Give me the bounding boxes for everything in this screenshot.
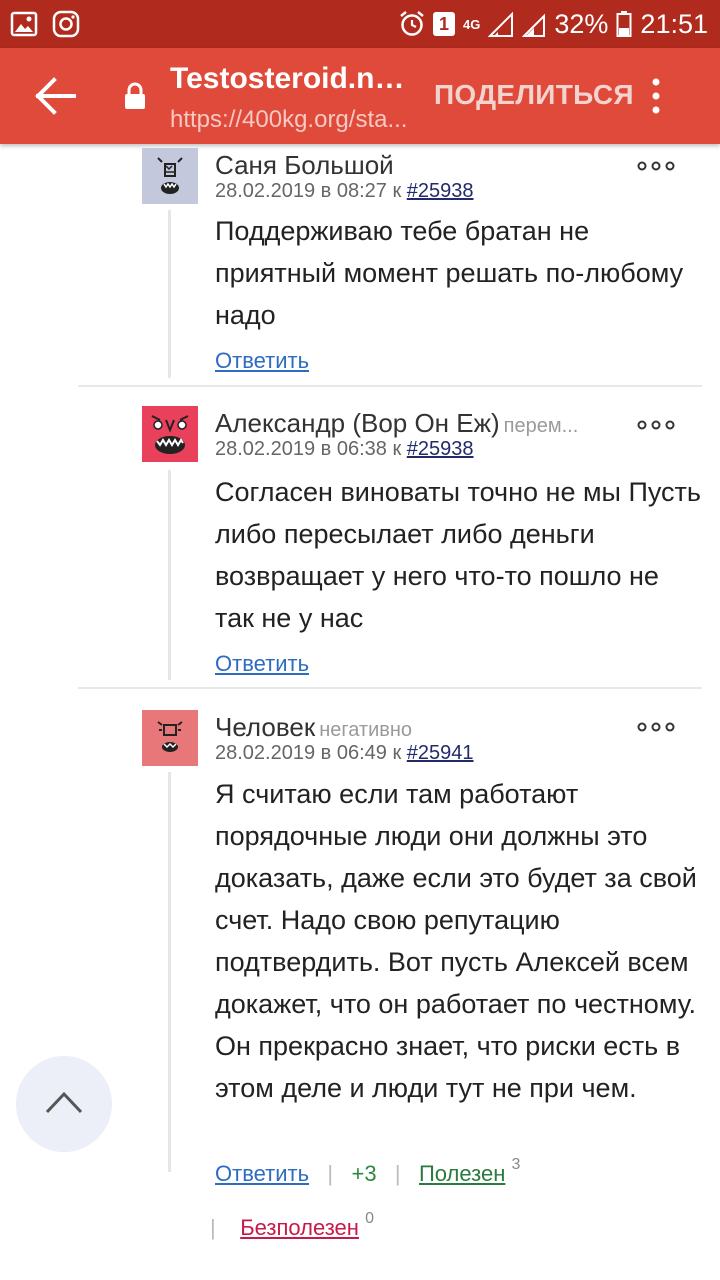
- comment-text: Поддерживаю тебе братан не приятный моме…: [215, 216, 684, 330]
- comment-text: Согласен виноваты точно не мы Пусть либо…: [215, 477, 701, 633]
- instagram-icon: [52, 10, 80, 38]
- comment-author-name[interactable]: Человек: [215, 712, 315, 742]
- comment-ref-link[interactable]: #25941: [407, 742, 474, 764]
- divider-pipe: |: [315, 1161, 346, 1186]
- more-options-icon[interactable]: [636, 159, 676, 173]
- reply-link[interactable]: Ответить: [215, 1161, 309, 1186]
- avatar: [142, 406, 198, 462]
- scroll-to-top-button[interactable]: [16, 1056, 112, 1152]
- back-arrow-icon[interactable]: [34, 76, 78, 116]
- comment-author[interactable]: Александр (Вор Он Еж) перем...: [215, 408, 578, 439]
- battery-icon: [616, 11, 632, 37]
- comment: Саня Большой 28.02.2019 в 08:27 к #25938…: [0, 144, 720, 388]
- author-status: негативно: [319, 719, 413, 741]
- battery-percent: 32%: [554, 8, 609, 39]
- divider-pipe: |: [210, 1215, 235, 1240]
- comment-divider: [78, 687, 702, 689]
- page-url: https://400kg.org/sta...: [170, 106, 408, 133]
- network-type: 4G: [463, 16, 481, 32]
- chevron-up-icon: [45, 1091, 83, 1114]
- overflow-menu-icon[interactable]: [642, 76, 670, 116]
- comment-author[interactable]: Человек негативно: [215, 712, 412, 743]
- comment: Александр (Вор Он Еж) перем... 28.02.2019…: [0, 404, 720, 688]
- browser-toolbar: Testosteroid.ne... https://400kg.org/sta…: [0, 48, 720, 144]
- comment-author-name[interactable]: Александр (Вор Он Еж): [215, 408, 500, 438]
- comment-author[interactable]: Саня Большой: [215, 150, 394, 181]
- useful-button[interactable]: Полезен: [419, 1161, 505, 1186]
- useless-button[interactable]: Безполезен: [240, 1215, 359, 1240]
- signal-icon: [488, 11, 514, 37]
- divider-pipe: |: [382, 1161, 413, 1186]
- notification-badge: 1: [433, 12, 456, 36]
- more-options-icon[interactable]: [636, 418, 676, 432]
- vote-score: +3: [351, 1161, 377, 1186]
- reply-link[interactable]: Ответить: [215, 651, 309, 677]
- comment-ref-link[interactable]: #25938: [407, 438, 474, 460]
- author-status: перем...: [503, 415, 579, 437]
- reply-link[interactable]: Ответить: [215, 348, 309, 374]
- thread-line: [168, 210, 171, 378]
- status-bar: 1 4G 32% 21:51: [0, 0, 720, 48]
- comment-date: 28.02.2019 в 06:38 к: [215, 438, 402, 460]
- comment-text: Я считаю если там работают порядочные лю…: [215, 779, 697, 1103]
- comment-actions-2: | Безполезен 0: [210, 1210, 374, 1241]
- comment-date: 28.02.2019 в 08:27 к: [215, 180, 402, 202]
- comment-divider: [78, 385, 702, 387]
- comment-date: 28.02.2019 в 06:49 к: [215, 742, 402, 764]
- more-options-icon[interactable]: [636, 720, 676, 734]
- share-button[interactable]: ПОДЕЛИТЬСЯ: [434, 79, 634, 111]
- comment-actions: Ответить | +3 | Полезен 3: [215, 1156, 520, 1187]
- comment: Человек негативно 28.02.2019 в 06:49 к #2…: [0, 706, 720, 1280]
- image-icon: [10, 11, 38, 37]
- clock: 21:51: [640, 8, 708, 39]
- alarm-icon: [400, 11, 424, 36]
- useless-count: 0: [365, 1210, 374, 1227]
- comment-ref-link[interactable]: #25938: [407, 180, 474, 202]
- comment-meta: 28.02.2019 в 06:38 к #25938: [215, 438, 474, 461]
- avatar: [142, 710, 198, 766]
- thread-line: [168, 772, 171, 1172]
- page-title: Testosteroid.ne...: [170, 62, 410, 95]
- useful-count: 3: [511, 1156, 521, 1173]
- thread-line: [168, 470, 171, 680]
- comment-meta: 28.02.2019 в 08:27 к #25938: [215, 180, 474, 203]
- lock-icon: [125, 82, 145, 109]
- signal-icon-2: [522, 13, 546, 37]
- avatar: [142, 148, 198, 204]
- comment-meta: 28.02.2019 в 06:49 к #25941: [215, 742, 474, 765]
